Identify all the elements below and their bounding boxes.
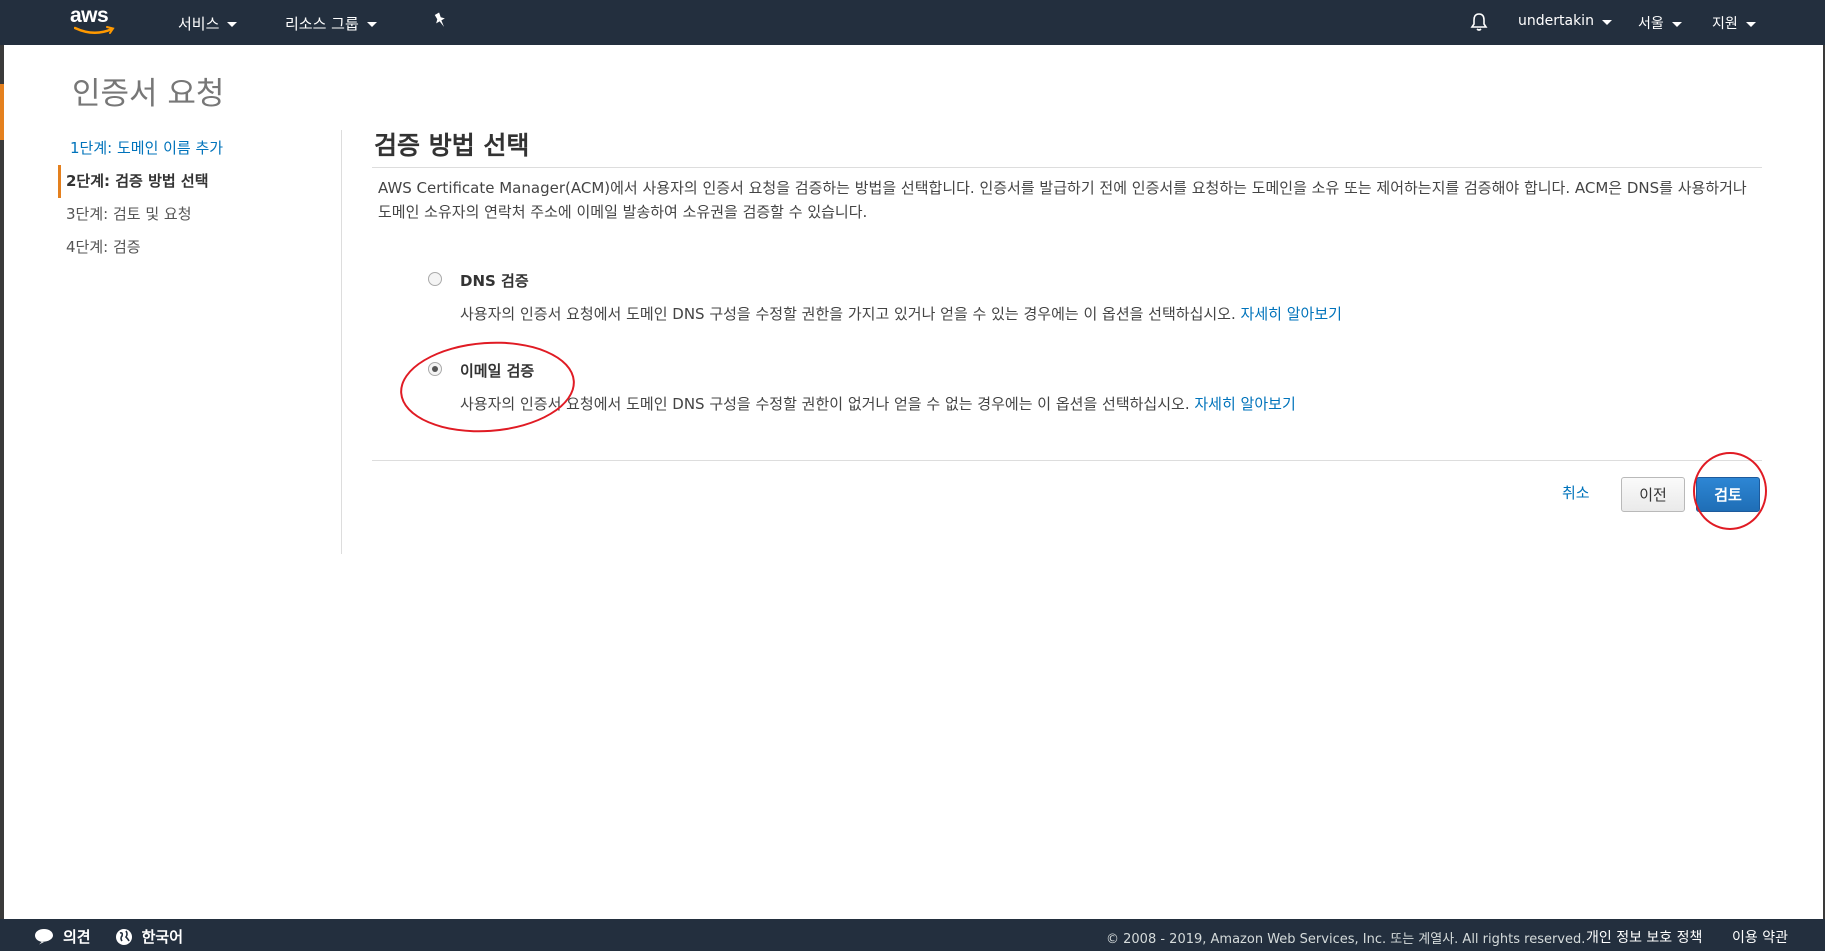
chevron-down-icon (227, 22, 238, 27)
dns-validation-description-text: 사용자의 인증서 요청에서 도메인 DNS 구성을 수정할 권한을 가지고 있거… (460, 305, 1236, 323)
annotation-circle-email-option (397, 336, 578, 438)
section-description: AWS Certificate Manager(ACM)에서 사용자의 인증서 … (378, 179, 1747, 221)
review-button[interactable]: 검토 (1696, 477, 1760, 512)
step-3: 3단계: 검토 및 요청 (66, 205, 192, 223)
aws-smile-icon (74, 26, 115, 34)
email-learn-more-link[interactable]: 자세히 알아보기 (1194, 395, 1295, 413)
step-1-link[interactable]: 1단계: 도메인 이름 추가 (58, 132, 318, 165)
previous-button[interactable]: 이전 (1621, 477, 1685, 512)
globe-icon (115, 928, 132, 945)
region-label: 서울 (1638, 16, 1664, 32)
services-menu[interactable]: 서비스 (178, 13, 238, 34)
footer-left-group: 의견 한국어 (34, 926, 207, 947)
aws-logo-text: aws (70, 4, 109, 27)
privacy-policy-link[interactable]: 개인 정보 보호 정책 (1586, 927, 1702, 947)
footer-bar: 의견 한국어 © 2008 - 2019, Amazon Web Service… (0, 919, 1825, 951)
terms-of-use-link[interactable]: 이용 약관 (1732, 927, 1788, 947)
pin-icon[interactable] (432, 12, 448, 30)
feedback-label: 의견 (63, 928, 91, 946)
cancel-link[interactable]: 취소 (1562, 482, 1590, 503)
support-label: 지원 (1712, 16, 1738, 32)
dns-validation-radio[interactable] (428, 272, 442, 286)
speech-bubble-icon (35, 929, 53, 945)
services-label: 서비스 (178, 15, 220, 33)
support-menu[interactable]: 지원 (1712, 13, 1756, 33)
user-label: undertakin (1518, 13, 1594, 29)
email-validation-description: 사용자의 인증서 요청에서 도메인 DNS 구성을 수정할 권한이 없거나 얻을… (460, 393, 1296, 414)
section-divider (372, 167, 1762, 168)
wizard-steps: 1단계: 도메인 이름 추가 2단계: 검증 방법 선택 3단계: 검토 및 요… (58, 132, 318, 264)
dns-validation-label: DNS 검증 (460, 272, 529, 290)
email-validation-description-text: 사용자의 인증서 요청에서 도메인 DNS 구성을 수정할 권한이 없거나 얻을… (460, 395, 1190, 413)
feedback-button[interactable]: 의견 (34, 926, 91, 947)
chevron-down-icon (1671, 21, 1682, 27)
left-edge-accent (0, 84, 4, 140)
resource-groups-label: 리소스 그룹 (285, 15, 359, 33)
sidebar-divider (341, 130, 342, 554)
language-selector[interactable]: 한국어 (115, 926, 183, 947)
section-title: 검증 방법 선택 (374, 131, 530, 160)
top-navigation-bar: aws 서비스 리소스 그룹 undertakin 서울 지원 (0, 0, 1825, 45)
chevron-down-icon (1745, 21, 1756, 27)
left-edge-strip (0, 45, 4, 919)
page-title: 인증서 요청 (72, 76, 225, 112)
bell-icon[interactable] (1470, 12, 1488, 32)
copyright-text: © 2008 - 2019, Amazon Web Services, Inc.… (1106, 932, 1586, 947)
chevron-down-icon (1601, 19, 1612, 25)
step-2-current: 2단계: 검증 방법 선택 (58, 165, 318, 198)
aws-logo[interactable]: aws (70, 4, 122, 38)
email-validation-radio[interactable] (428, 362, 442, 376)
language-label: 한국어 (141, 928, 184, 946)
actions-divider (372, 460, 1762, 461)
region-menu[interactable]: 서울 (1638, 13, 1682, 33)
user-menu[interactable]: undertakin (1518, 13, 1612, 29)
dns-validation-description: 사용자의 인증서 요청에서 도메인 DNS 구성을 수정할 권한을 가지고 있거… (460, 303, 1342, 324)
dns-learn-more-link[interactable]: 자세히 알아보기 (1241, 305, 1342, 323)
resource-groups-menu[interactable]: 리소스 그룹 (285, 13, 377, 34)
step-4: 4단계: 검증 (66, 238, 141, 256)
email-validation-label: 이메일 검증 (460, 362, 535, 380)
chevron-down-icon (366, 22, 377, 27)
